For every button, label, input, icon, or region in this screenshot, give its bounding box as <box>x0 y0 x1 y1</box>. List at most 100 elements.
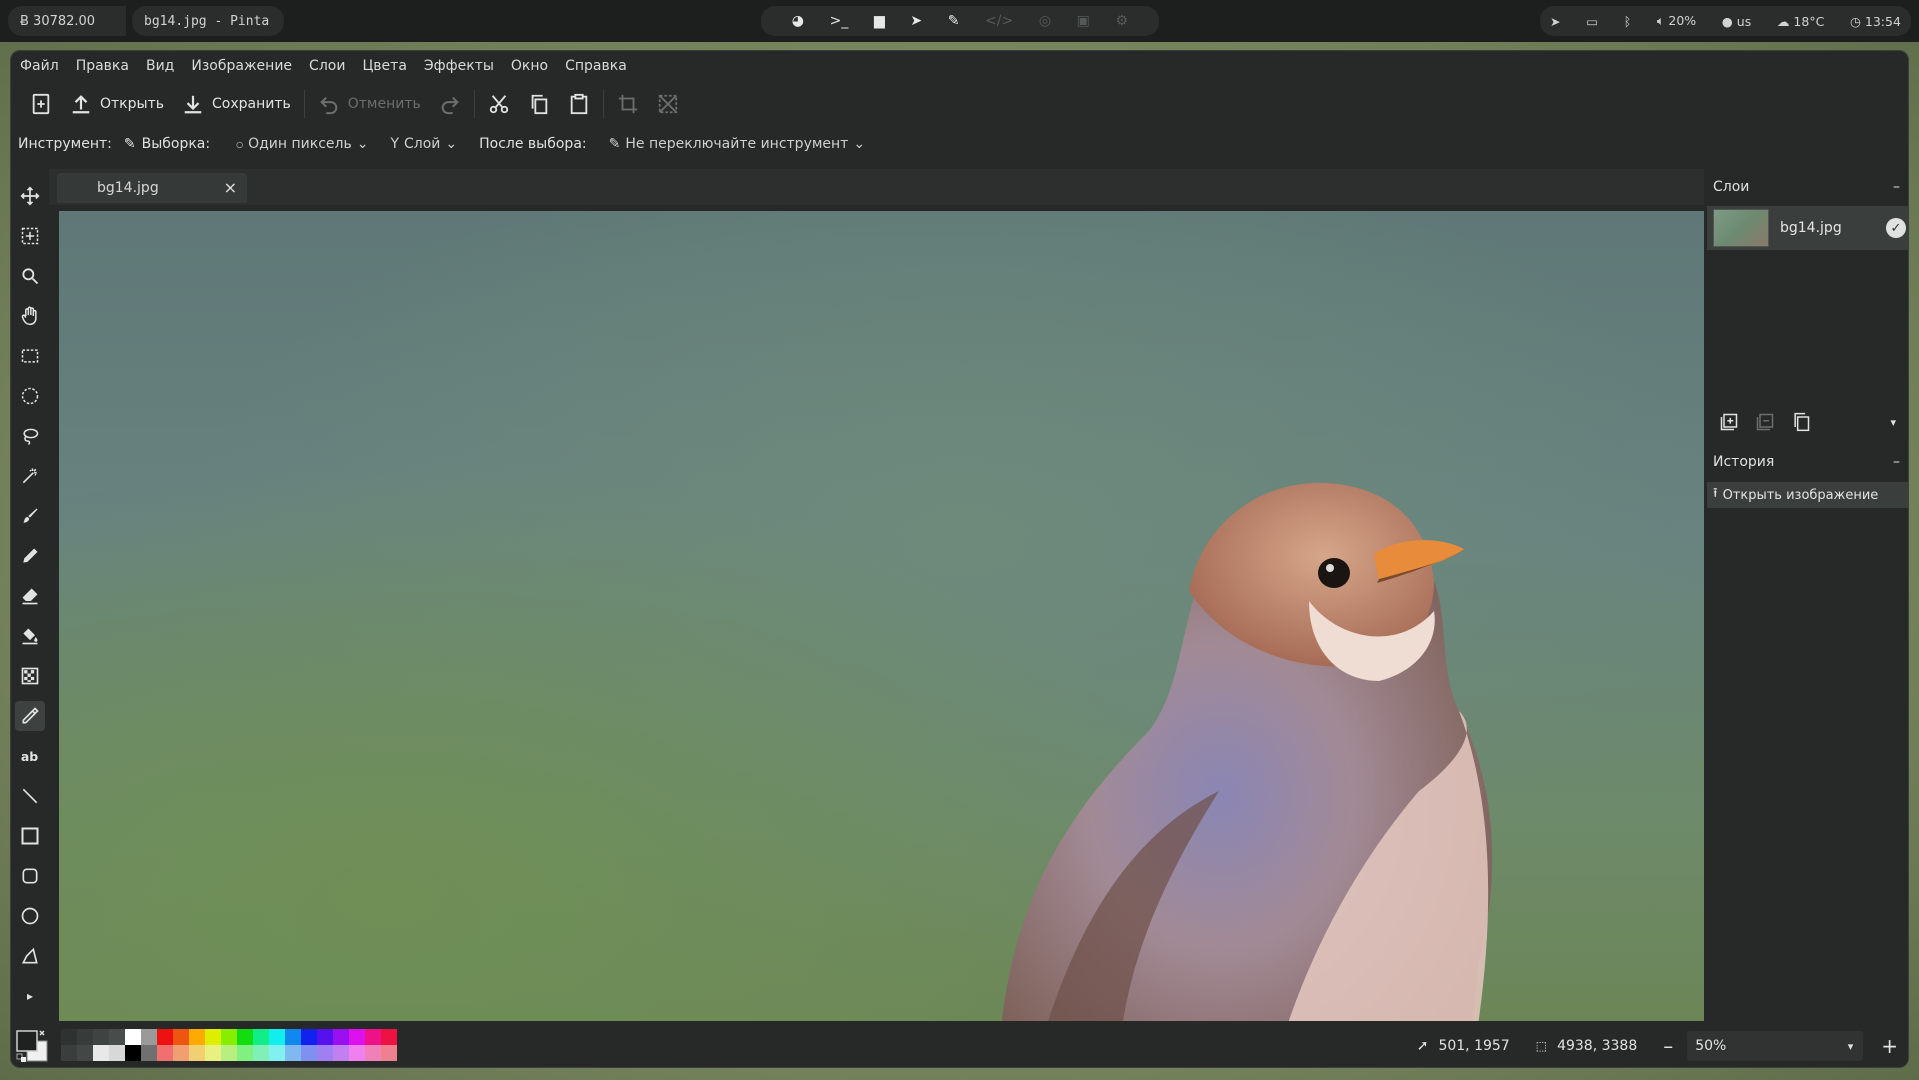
tool-paint-bucket[interactable] <box>15 621 45 651</box>
palette-swatch[interactable] <box>141 1029 157 1045</box>
paste-button[interactable] <box>559 86 599 122</box>
palette-swatch[interactable] <box>301 1045 317 1061</box>
menu-layers[interactable]: Слои <box>309 58 345 74</box>
palette-swatch[interactable] <box>269 1029 285 1045</box>
open-button[interactable]: Открыть <box>61 86 173 122</box>
tool-magic-wand[interactable] <box>15 461 45 491</box>
keyboard-layout[interactable]: ● us <box>1722 14 1751 29</box>
tool-lasso-select[interactable] <box>15 421 45 451</box>
duplicate-layer-icon[interactable] <box>1791 412 1811 432</box>
palette-swatch[interactable] <box>125 1045 141 1061</box>
tool-ellipse[interactable] <box>15 901 45 931</box>
telegram-icon[interactable]: ➤ <box>910 13 922 29</box>
tool-ellipse-select[interactable] <box>15 381 45 411</box>
palette-swatch[interactable] <box>93 1045 109 1061</box>
palette-swatch[interactable] <box>157 1029 173 1045</box>
palette-swatch[interactable] <box>253 1029 269 1045</box>
delete-layer-icon[interactable] <box>1755 412 1775 432</box>
bluetooth-icon[interactable]: ᛒ <box>1624 14 1632 29</box>
palette-swatch[interactable] <box>317 1045 333 1061</box>
crop-button[interactable] <box>608 86 648 122</box>
deselect-button[interactable] <box>648 86 688 122</box>
menu-adjustments[interactable]: Цвета <box>362 58 406 74</box>
palette-swatch[interactable] <box>93 1029 109 1045</box>
document-tab[interactable]: bg14.jpg × <box>57 173 247 203</box>
history-item[interactable]: ⭱ Открыть изображение <box>1707 482 1908 508</box>
new-image-button[interactable] <box>21 86 61 122</box>
palette-swatch[interactable] <box>301 1029 317 1045</box>
collapse-icon[interactable]: – <box>1893 454 1900 470</box>
palette-swatch[interactable] <box>61 1045 77 1061</box>
menu-file[interactable]: Файл <box>20 58 59 74</box>
brush-icon[interactable]: ✎ <box>948 13 960 29</box>
screen-icon[interactable]: ▭ <box>1586 14 1598 29</box>
layer-visibility-checkbox[interactable]: ✓ <box>1886 218 1906 238</box>
menu-view[interactable]: Вид <box>146 58 174 74</box>
palette-swatch[interactable] <box>237 1029 253 1045</box>
palette-swatch[interactable] <box>125 1029 141 1045</box>
layer-menu-chevron-icon[interactable]: ▾ <box>1890 416 1896 429</box>
zoom-out-button[interactable]: – <box>1663 1034 1673 1058</box>
github-icon[interactable]: ◎ <box>1039 13 1051 29</box>
after-select-dropdown[interactable]: ✎ Не переключайте инструмент ⌄ <box>609 136 865 152</box>
palette-swatch[interactable] <box>189 1029 205 1045</box>
tool-rounded-rectangle[interactable] <box>15 861 45 891</box>
tool-move-selected[interactable] <box>15 221 45 251</box>
cut-button[interactable] <box>479 86 519 122</box>
palette-swatch[interactable] <box>333 1045 349 1061</box>
tool-gradient[interactable] <box>15 661 45 691</box>
tool-eraser[interactable] <box>15 581 45 611</box>
save-button[interactable]: Сохранить <box>173 86 300 122</box>
palette-swatch[interactable] <box>221 1045 237 1061</box>
tool-rectangle-select[interactable] <box>15 341 45 371</box>
menu-window[interactable]: Окно <box>511 58 548 74</box>
tool-zoom[interactable] <box>15 261 45 291</box>
menu-edit[interactable]: Правка <box>76 58 129 74</box>
terminal-icon[interactable]: >_ <box>830 13 849 29</box>
palette-swatch[interactable] <box>285 1045 301 1061</box>
redo-button[interactable] <box>430 86 470 122</box>
close-icon[interactable]: × <box>224 178 237 197</box>
tool-move-selection[interactable] <box>15 181 45 211</box>
folder-icon[interactable]: ▆ <box>874 13 885 29</box>
palette-swatch[interactable] <box>253 1045 269 1061</box>
palette-swatch[interactable] <box>349 1045 365 1061</box>
palette-swatch[interactable] <box>349 1029 365 1045</box>
palette-swatch[interactable] <box>205 1045 221 1061</box>
palette-swatch[interactable] <box>221 1029 237 1045</box>
palette-swatch[interactable] <box>381 1045 397 1061</box>
menu-effects[interactable]: Эффекты <box>424 58 494 74</box>
palette-swatch[interactable] <box>381 1029 397 1045</box>
palette-swatch[interactable] <box>237 1045 253 1061</box>
primary-secondary-color-selector[interactable] <box>15 1029 49 1063</box>
palette-swatch[interactable] <box>333 1029 349 1045</box>
tool-freeform-shape[interactable] <box>15 941 45 971</box>
tool-rectangle[interactable] <box>15 821 45 851</box>
layer-sampling-dropdown[interactable]: Y Слой ⌄ <box>390 136 457 152</box>
palette-swatch[interactable] <box>285 1029 301 1045</box>
tool-color-picker[interactable] <box>15 701 45 731</box>
palette-swatch[interactable] <box>269 1045 285 1061</box>
volume-indicator[interactable]: 🔈︎ 20% <box>1657 13 1696 29</box>
zoom-in-button[interactable]: + <box>1881 1034 1898 1058</box>
palette-swatch[interactable] <box>61 1029 77 1045</box>
undo-button[interactable]: Отменить <box>309 86 430 122</box>
palette-swatch[interactable] <box>365 1045 381 1061</box>
palette-swatch[interactable] <box>317 1029 333 1045</box>
tool-text[interactable]: ab <box>15 741 45 771</box>
palette-swatch[interactable] <box>109 1029 125 1045</box>
crypto-balance[interactable]: Ƀ 30782.00 <box>8 6 126 36</box>
add-layer-icon[interactable] <box>1719 412 1739 432</box>
copy-button[interactable] <box>519 86 559 122</box>
palette-swatch[interactable] <box>365 1029 381 1045</box>
telegram-tray-icon[interactable]: ➤ <box>1550 14 1560 29</box>
collapse-icon[interactable]: – <box>1893 179 1900 195</box>
tools-expand-button[interactable]: ▸ <box>15 981 45 1011</box>
palette-swatch[interactable] <box>141 1045 157 1061</box>
weather-indicator[interactable]: ☁ 18°C <box>1777 14 1824 29</box>
palette-swatch[interactable] <box>173 1029 189 1045</box>
palette-swatch[interactable] <box>157 1045 173 1061</box>
palette-swatch[interactable] <box>189 1045 205 1061</box>
palette-swatch[interactable] <box>77 1029 93 1045</box>
firefox-icon[interactable]: ◕ <box>792 13 804 29</box>
